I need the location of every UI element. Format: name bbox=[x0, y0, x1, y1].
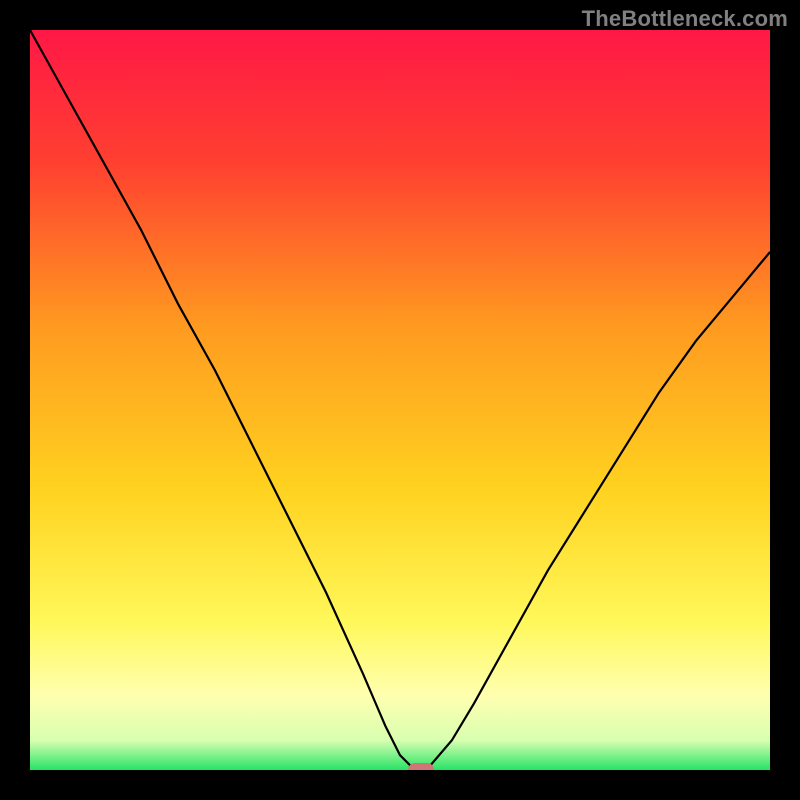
optimum-marker bbox=[408, 763, 434, 770]
watermark-label: TheBottleneck.com bbox=[582, 6, 788, 32]
plot-svg bbox=[30, 30, 770, 770]
gradient-background bbox=[30, 30, 770, 770]
plot-area bbox=[30, 30, 770, 770]
chart-frame: TheBottleneck.com bbox=[0, 0, 800, 800]
